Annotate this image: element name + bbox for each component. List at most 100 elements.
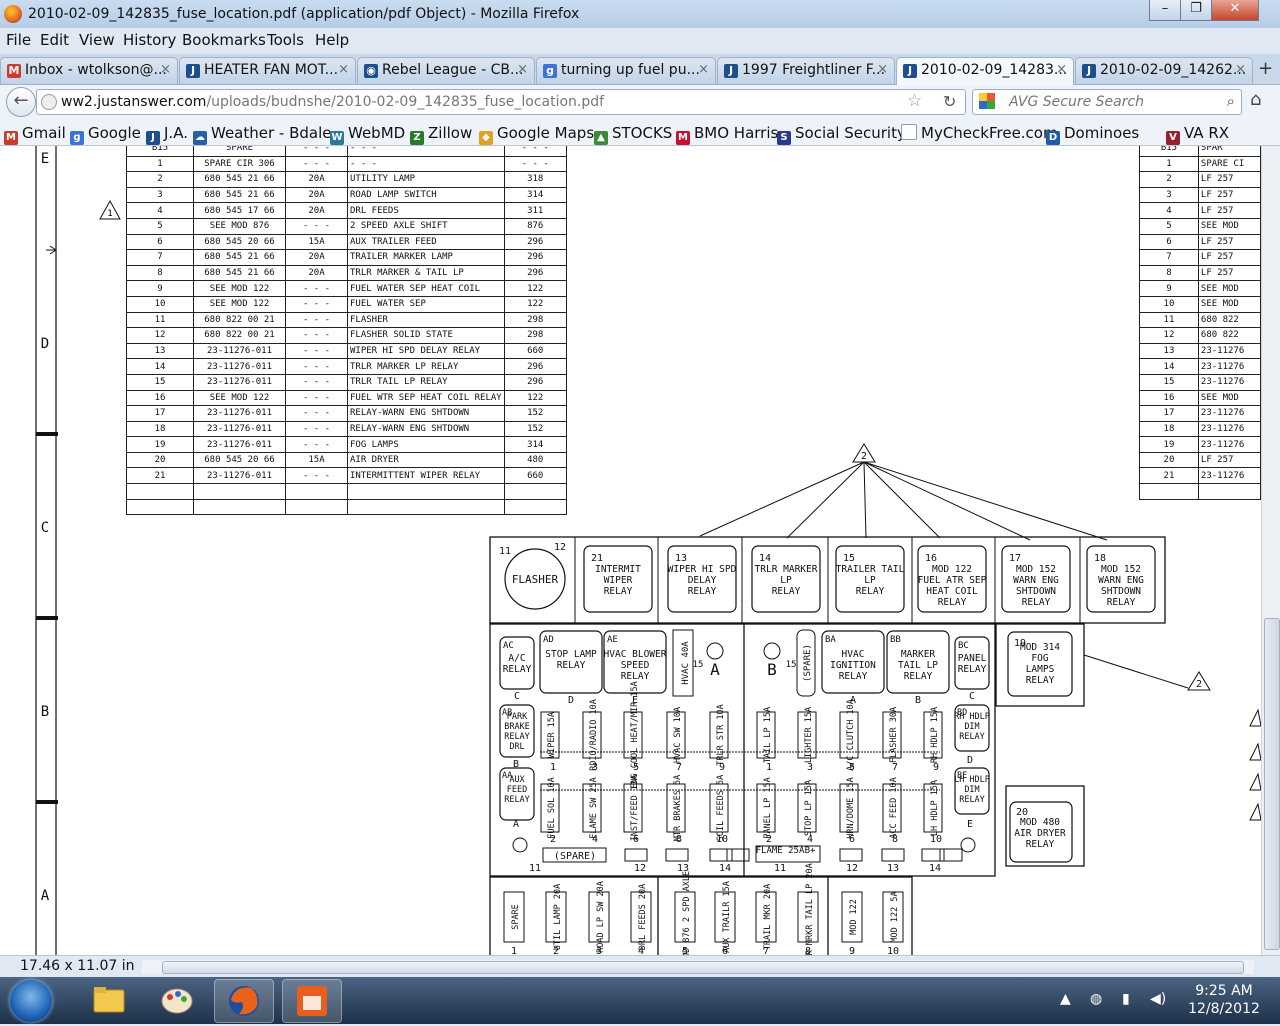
table-cell: - - -: [285, 358, 348, 375]
bookmark-gmail[interactable]: M Gmail: [4, 124, 66, 145]
bookmark-webmd[interactable]: W WebMD: [330, 124, 405, 145]
search-icon[interactable]: ⌕: [1227, 92, 1235, 110]
fuse-number: 6: [849, 834, 855, 845]
bookmark-mycheckfree-com[interactable]: MyCheckFree.com: [901, 124, 1058, 142]
bookmark-va-rx[interactable]: V VA RX: [1166, 124, 1229, 145]
table-cell: 8: [126, 264, 194, 282]
table-row: 6 680 545 20 66 15A AUX TRAILER FEED 296: [126, 233, 567, 251]
tab-2[interactable]: ◉ Rebel League - CB... ×: [357, 57, 535, 84]
reload-icon[interactable]: ↻: [943, 92, 956, 111]
callout-leader: [863, 461, 1031, 541]
fuse-label: A/C CLUTCH 10A: [846, 699, 856, 771]
table-cell: FUEL WATER SEP: [347, 295, 505, 313]
table-cell: 680 545 21 66: [193, 171, 286, 188]
bookmark-star-icon[interactable]: ☆: [907, 91, 922, 111]
bookmark-label: STOCKS: [612, 124, 673, 142]
tab-5[interactable]: J 2010-02-09_14283... ×: [896, 57, 1074, 85]
scroll-thumb[interactable]: [1264, 618, 1280, 950]
menu-help[interactable]: Help: [315, 31, 349, 49]
bookmark-dominoes[interactable]: D Dominoes: [1046, 124, 1139, 145]
bookmark-j-a-[interactable]: J J.A.: [146, 124, 188, 145]
bookmark-weather-bdale[interactable]: ☁ Weather - Bdale: [193, 124, 332, 145]
url-bar[interactable]: ww2.justanswer.com/uploads/budnshe/2010-…: [36, 89, 966, 115]
table-row: 17 23-11276: [1139, 405, 1261, 422]
menu-history[interactable]: History: [123, 31, 176, 49]
table-cell: 15: [126, 373, 194, 391]
menu-bookmarks[interactable]: Bookmarks: [182, 31, 266, 49]
explorer-taskbar-button[interactable]: [80, 979, 138, 1021]
new-tab-button[interactable]: +: [1258, 58, 1273, 79]
site-identity-icon[interactable]: [41, 94, 57, 110]
tab-close-icon[interactable]: ×: [1056, 62, 1067, 77]
table-cell: DRL FEEDS: [347, 202, 505, 219]
search-engine-icon[interactable]: [979, 93, 995, 109]
bookmark-google[interactable]: g Google: [70, 124, 141, 145]
table-cell: [347, 498, 505, 516]
network-icon[interactable]: ▮: [1122, 991, 1130, 1007]
table-cell: - - -: [285, 420, 348, 438]
menu-view[interactable]: View: [79, 31, 115, 49]
tab-close-icon[interactable]: ×: [517, 62, 528, 77]
menu-file[interactable]: File: [6, 31, 31, 49]
bookmark-google-maps[interactable]: ◆ Google Maps: [479, 124, 594, 145]
table-row: 13 23-11276: [1139, 342, 1261, 360]
bookmark-social-security[interactable]: S Social Security: [777, 124, 906, 145]
tab-close-icon[interactable]: ×: [1235, 62, 1246, 77]
horizontal-scrollbar[interactable]: [142, 960, 1254, 974]
bookmark-zillow[interactable]: Z Zillow: [410, 124, 472, 145]
tab-1[interactable]: J HEATER FAN MOT... ×: [179, 57, 356, 84]
zone-letter: D: [41, 336, 49, 352]
url-text[interactable]: ww2.justanswer.com/uploads/budnshe/2010-…: [61, 94, 604, 110]
table-row: 10 SEE MOD 122- - - FUEL WATER SEP 122: [126, 295, 567, 313]
home-icon[interactable]: ⌂: [1250, 89, 1261, 110]
app-taskbar-button[interactable]: [282, 979, 342, 1023]
back-button[interactable]: ←: [6, 87, 36, 117]
tab-close-icon[interactable]: ×: [160, 62, 171, 77]
start-button[interactable]: [10, 980, 52, 1022]
menu-tools[interactable]: Tools: [267, 31, 304, 49]
tray-app-icon[interactable]: ◍: [1090, 991, 1102, 1007]
table-cell: 4: [1139, 202, 1199, 219]
search-placeholder: AVG Secure Search: [1009, 94, 1145, 110]
tab-close-icon[interactable]: ×: [877, 62, 888, 77]
callout-leader: [699, 461, 865, 537]
table-cell: LF 257: [1197, 249, 1261, 266]
bookmark-bmo-harris[interactable]: M BMO Harris: [676, 124, 778, 145]
relay-text-line: RELAY: [772, 586, 801, 597]
table-cell: LF 257: [1197, 202, 1261, 219]
table-cell: SEE MOD: [1197, 280, 1261, 297]
clock-date: 12/8/2012: [1188, 1001, 1260, 1017]
maximize-button[interactable]: ❐: [1180, 0, 1212, 21]
fuse-number: 3: [592, 762, 598, 773]
tab-0[interactable]: M Inbox - wtolkson@... ×: [0, 57, 178, 84]
table-cell: 10: [126, 295, 194, 313]
volume-icon[interactable]: ◀): [1150, 991, 1166, 1007]
clock[interactable]: 9:25 AM 12/8/2012: [1184, 982, 1264, 1018]
h-scroll-thumb[interactable]: [162, 961, 1244, 974]
firefox-taskbar-button[interactable]: [214, 979, 274, 1023]
tab-4[interactable]: J 1997 Freightliner F... ×: [717, 57, 895, 84]
show-hidden-icons[interactable]: ▲: [1060, 991, 1071, 1007]
minimize-button[interactable]: –: [1149, 0, 1181, 21]
pdf-viewer[interactable]: E D C B A 1 2 2 11 12 FLASHER 21 INTERMIT WIPER RELAY 1…: [0, 146, 1261, 955]
relay-text-line: MOD 480: [1020, 817, 1060, 828]
gmail-icon: M: [7, 64, 21, 78]
close-button[interactable]: ✕: [1211, 0, 1259, 21]
table-cell: 9: [1139, 280, 1199, 297]
table-cell: 23-11276: [1197, 436, 1261, 453]
paint-taskbar-button[interactable]: [148, 979, 206, 1021]
table-cell: - - -: [285, 467, 348, 485]
fuse-number: 10: [716, 834, 728, 845]
vertical-scrollbar[interactable]: [1261, 146, 1280, 955]
menu-edit[interactable]: Edit: [40, 31, 69, 49]
table-cell: 680 822 00 21: [193, 327, 286, 344]
fuse-number: 8: [892, 834, 898, 845]
tab-6[interactable]: J 2010-02-09_14262... ×: [1075, 57, 1253, 84]
tab-close-icon[interactable]: ×: [698, 62, 709, 77]
search-bar[interactable]: AVG Secure Search ⌕: [972, 89, 1242, 115]
tab-3[interactable]: g turning up fuel pu... ×: [536, 57, 716, 84]
table-cell: 23-11276: [1197, 342, 1261, 360]
clock-time: 9:25 AM: [1195, 983, 1253, 999]
bookmark-stocks[interactable]: ▲ STOCKS: [594, 124, 672, 145]
tab-close-icon[interactable]: ×: [338, 62, 349, 77]
